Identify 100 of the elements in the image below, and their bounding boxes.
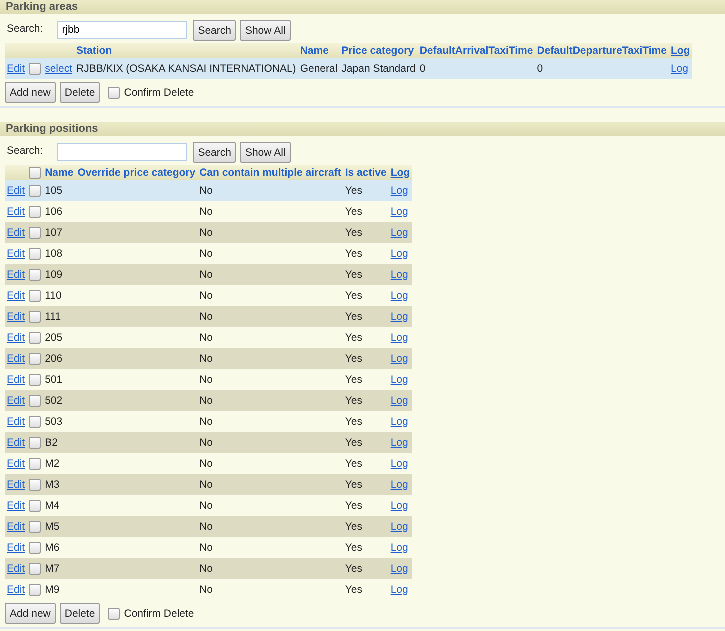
- table-row[interactable]: Edit 111 No Yes Log: [5, 306, 412, 327]
- table-row[interactable]: Edit M3 No Yes Log: [5, 474, 412, 495]
- log-link[interactable]: Log: [390, 290, 408, 302]
- column-header[interactable]: Log: [668, 43, 692, 58]
- row-checkbox[interactable]: [29, 226, 42, 239]
- table-row[interactable]: Edit 206 No Yes Log: [5, 348, 412, 369]
- edit-link[interactable]: Edit: [7, 520, 26, 532]
- table-row[interactable]: Edit 502 No Yes Log: [5, 390, 412, 411]
- table-row[interactable]: Edit M5 No Yes Log: [5, 516, 412, 537]
- select-all-checkbox[interactable]: [29, 166, 42, 179]
- confirm-delete-checkbox[interactable]: [108, 608, 120, 620]
- log-link[interactable]: Log: [390, 352, 408, 364]
- log-link[interactable]: Log: [390, 248, 408, 260]
- show-all-button[interactable]: Show All: [240, 142, 291, 163]
- log-link[interactable]: Log: [390, 310, 408, 322]
- edit-link[interactable]: Edit: [7, 352, 26, 364]
- log-link[interactable]: Log: [390, 478, 408, 490]
- row-checkbox[interactable]: [29, 562, 42, 575]
- log-link[interactable]: Log: [390, 436, 408, 448]
- add-new-button[interactable]: Add new: [5, 82, 56, 103]
- row-checkbox[interactable]: [29, 374, 42, 386]
- table-row[interactable]: Edit 503 No Yes Log: [5, 411, 412, 432]
- table-row[interactable]: Edit 501 No Yes Log: [5, 369, 412, 390]
- table-row[interactable]: Edit 109 No Yes Log: [5, 264, 412, 285]
- row-checkbox[interactable]: [29, 478, 42, 491]
- table-row[interactable]: Edit 108 No Yes Log: [5, 243, 412, 264]
- row-checkbox[interactable]: [29, 62, 42, 75]
- log-link[interactable]: Log: [670, 62, 688, 74]
- row-checkbox[interactable]: [29, 352, 42, 365]
- column-header: Can contain multiple aircraft: [198, 165, 344, 180]
- row-checkbox[interactable]: [29, 542, 42, 554]
- search-field[interactable]: rjbb: [57, 21, 188, 39]
- table-row[interactable]: Edit 106 No Yes Log: [5, 201, 412, 222]
- row-checkbox[interactable]: [29, 500, 42, 512]
- table-row[interactable]: Edit M2 No Yes Log: [5, 453, 412, 474]
- edit-link[interactable]: Edit: [7, 436, 26, 448]
- log-link[interactable]: Log: [390, 206, 408, 218]
- delete-button[interactable]: Delete: [60, 82, 100, 103]
- edit-link[interactable]: Edit: [7, 332, 26, 344]
- add-new-button[interactable]: Add new: [5, 603, 56, 624]
- table-row[interactable]: Edit M4 No Yes Log: [5, 495, 412, 516]
- row-checkbox[interactable]: [29, 416, 42, 428]
- search-button[interactable]: Search: [193, 20, 236, 41]
- log-link[interactable]: Log: [390, 500, 408, 512]
- table-row[interactable]: Edit B2 No Yes Log: [5, 432, 412, 453]
- edit-link[interactable]: Edit: [7, 290, 26, 302]
- select-link[interactable]: select: [45, 62, 73, 74]
- edit-link[interactable]: Edit: [7, 268, 26, 280]
- row-checkbox[interactable]: [29, 268, 42, 281]
- row-checkbox[interactable]: [29, 436, 42, 449]
- row-checkbox[interactable]: [29, 520, 42, 533]
- search-field[interactable]: [57, 143, 188, 161]
- edit-link[interactable]: Edit: [7, 62, 26, 74]
- row-checkbox[interactable]: [29, 184, 42, 197]
- delete-button[interactable]: Delete: [60, 603, 100, 624]
- table-row[interactable]: Edit M6 No Yes Log: [5, 537, 412, 558]
- log-link[interactable]: Log: [390, 184, 408, 196]
- row-checkbox[interactable]: [29, 332, 42, 344]
- edit-link[interactable]: Edit: [7, 394, 26, 406]
- log-link[interactable]: Log: [390, 584, 408, 596]
- confirm-delete-checkbox[interactable]: [108, 86, 120, 98]
- edit-link[interactable]: Edit: [7, 500, 26, 512]
- row-checkbox[interactable]: [29, 310, 42, 323]
- edit-link[interactable]: Edit: [7, 562, 26, 574]
- log-link[interactable]: Log: [390, 268, 408, 280]
- edit-link[interactable]: Edit: [7, 458, 26, 470]
- log-link[interactable]: Log: [390, 520, 408, 532]
- edit-link[interactable]: Edit: [7, 584, 26, 596]
- edit-link[interactable]: Edit: [7, 206, 26, 218]
- log-link[interactable]: Log: [390, 394, 408, 406]
- edit-link[interactable]: Edit: [7, 416, 26, 428]
- log-link[interactable]: Log: [390, 562, 408, 574]
- table-row[interactable]: Edit 205 No Yes Log: [5, 327, 412, 348]
- edit-link[interactable]: Edit: [7, 542, 26, 554]
- table-row[interactable]: Edit select RJBB/KIX (OSAKA KANSAI INTERNATIONAL) General Japan Standard 0 0 Log: [5, 58, 692, 79]
- log-link[interactable]: Log: [390, 332, 408, 344]
- row-checkbox[interactable]: [29, 394, 42, 407]
- edit-link[interactable]: Edit: [7, 184, 26, 196]
- table-row[interactable]: Edit M7 No Yes Log: [5, 558, 412, 579]
- table-row[interactable]: Edit 105 No Yes Log: [5, 180, 412, 201]
- edit-link[interactable]: Edit: [7, 478, 26, 490]
- edit-link[interactable]: Edit: [7, 248, 26, 260]
- row-checkbox[interactable]: [29, 458, 42, 470]
- edit-link[interactable]: Edit: [7, 310, 26, 322]
- log-link[interactable]: Log: [390, 458, 408, 470]
- edit-link[interactable]: Edit: [7, 226, 26, 238]
- row-checkbox[interactable]: [29, 248, 42, 260]
- log-link[interactable]: Log: [390, 374, 408, 386]
- table-row[interactable]: Edit M9 No Yes Log: [5, 579, 412, 600]
- edit-link[interactable]: Edit: [7, 374, 26, 386]
- row-checkbox[interactable]: [29, 290, 42, 302]
- search-button[interactable]: Search: [193, 142, 236, 163]
- column-header[interactable]: Log: [388, 165, 412, 180]
- log-link[interactable]: Log: [390, 542, 408, 554]
- table-row[interactable]: Edit 110 No Yes Log: [5, 285, 412, 306]
- log-link[interactable]: Log: [390, 416, 408, 428]
- row-checkbox[interactable]: [29, 206, 42, 218]
- row-checkbox[interactable]: [29, 584, 42, 596]
- log-link[interactable]: Log: [390, 226, 408, 238]
- show-all-button[interactable]: Show All: [240, 20, 291, 41]
